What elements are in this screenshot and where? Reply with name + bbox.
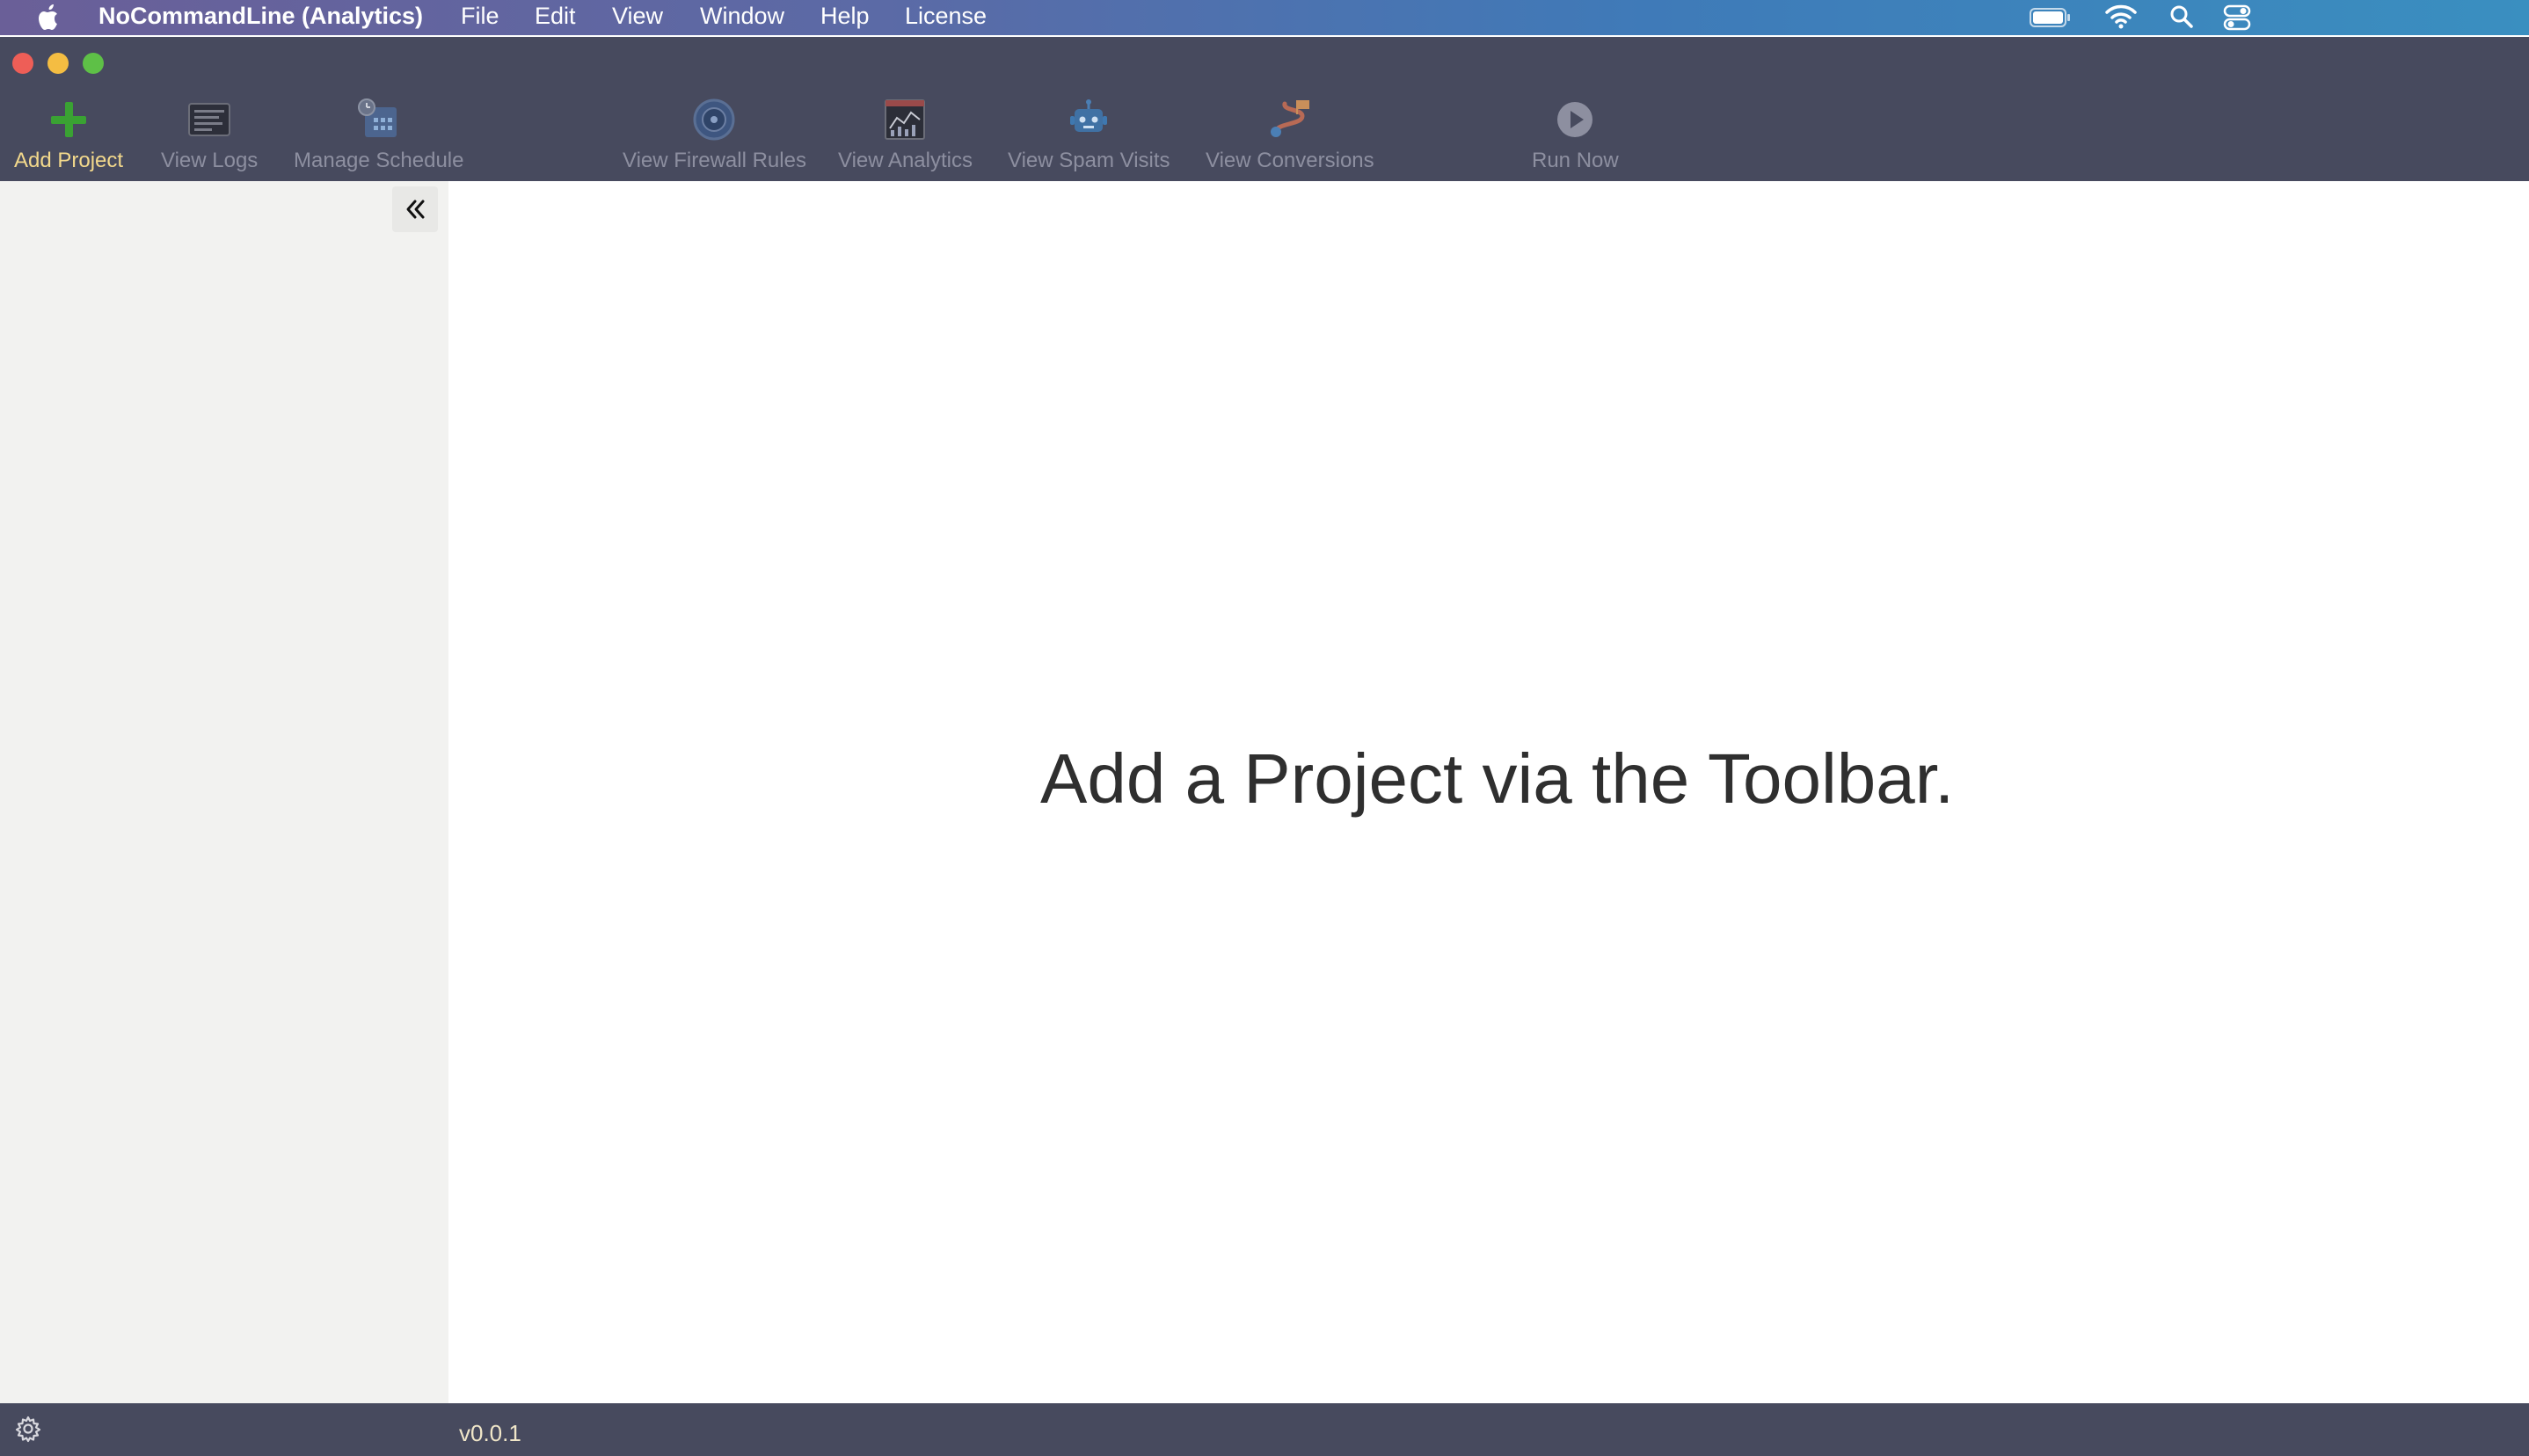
collapse-sidebar-button[interactable] (392, 186, 438, 232)
logs-icon (188, 103, 231, 136)
schedule-icon (357, 98, 397, 137)
view-firewall-rules-label: View Firewall Rules (623, 149, 806, 172)
view-firewall-rules-button[interactable]: View Firewall Rules (623, 97, 806, 179)
add-project-label: Add Project (14, 149, 124, 172)
version-label: v0.0.1 (459, 1420, 521, 1446)
robot-icon (1070, 99, 1108, 132)
main-content: Add a Project via the Toolbar. (448, 181, 2529, 1403)
empty-state: Add a Project via the Toolbar. (448, 181, 2529, 1403)
menu-license[interactable]: License (905, 3, 987, 30)
add-project-button[interactable]: Add Project (14, 97, 123, 179)
conversions-icon (1270, 100, 1309, 137)
view-logs-label: View Logs (161, 149, 259, 172)
window-zoom-button[interactable] (83, 53, 104, 74)
view-logs-button[interactable]: View Logs (161, 97, 258, 179)
window-close-button[interactable] (12, 53, 33, 74)
view-analytics-label: View Analytics (838, 149, 973, 172)
empty-state-message: Add a Project via the Toolbar. (1040, 739, 1955, 818)
play-icon (1557, 102, 1593, 137)
app-name-menu[interactable]: NoCommandLine (Analytics) (98, 3, 423, 30)
view-conversions-button[interactable]: View Conversions (1206, 97, 1374, 179)
view-spam-visits-button[interactable]: View Spam Visits (1008, 97, 1170, 179)
run-now-button[interactable]: Run Now (1532, 97, 1619, 179)
control-center-icon[interactable] (2223, 4, 2251, 32)
manage-schedule-button[interactable]: Manage Schedule (294, 97, 463, 179)
plus-icon (51, 102, 87, 137)
menu-view[interactable]: View (612, 3, 663, 30)
double-chevron-left-icon (406, 200, 425, 219)
menu-bar: NoCommandLine (Analytics) File Edit View… (0, 0, 2529, 35)
analytics-icon (885, 99, 926, 140)
run-now-label: Run Now (1532, 149, 1619, 172)
apple-logo-icon[interactable] (35, 2, 63, 33)
view-spam-visits-label: View Spam Visits (1008, 149, 1170, 172)
battery-icon[interactable] (2030, 4, 2072, 30)
menu-help[interactable]: Help (820, 3, 870, 30)
view-conversions-label: View Conversions (1206, 149, 1374, 172)
menu-file[interactable]: File (461, 3, 499, 30)
sidebar (0, 181, 448, 1403)
gear-icon[interactable] (14, 1415, 42, 1443)
manage-schedule-label: Manage Schedule (294, 149, 464, 172)
wifi-icon[interactable] (2105, 4, 2137, 30)
firewall-icon (693, 98, 735, 141)
menu-edit[interactable]: Edit (535, 3, 576, 30)
window-minimize-button[interactable] (47, 53, 69, 74)
view-analytics-button[interactable]: View Analytics (838, 97, 973, 179)
menu-window[interactable]: Window (700, 3, 784, 30)
status-bar (0, 1403, 2529, 1456)
search-icon[interactable] (2168, 4, 2195, 30)
